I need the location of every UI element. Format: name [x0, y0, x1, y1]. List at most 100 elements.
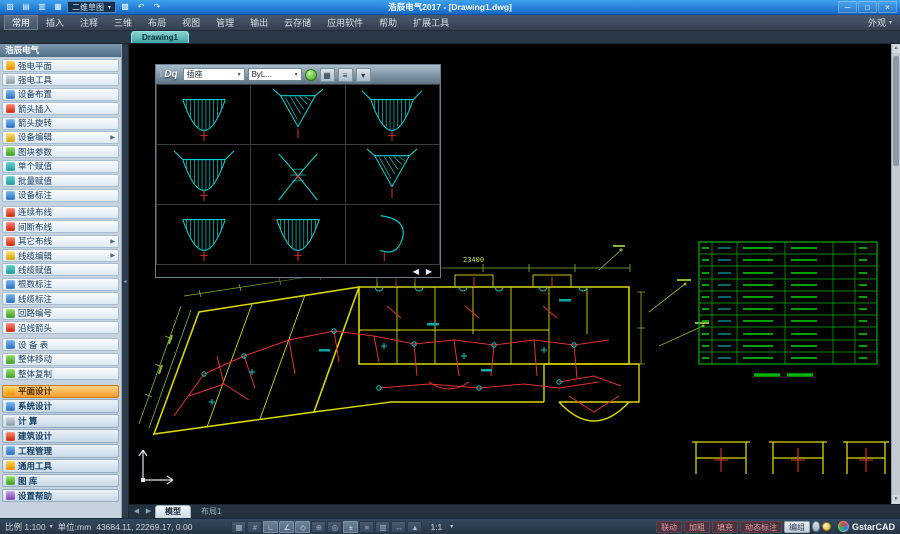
sidebar-section-project-management[interactable]: 工程管理	[2, 444, 119, 458]
palette-symbol-cell[interactable]	[157, 85, 251, 145]
selection-cycling-icon[interactable]: ↔	[391, 521, 406, 533]
more-options-button[interactable]: ▾	[356, 68, 371, 82]
sidebar-item-batch-assign[interactable]: 批量赋值	[2, 174, 119, 187]
sidebar-section-settings-help[interactable]: 设置帮助	[2, 489, 119, 503]
sidebar-item-device-layout[interactable]: 设备布置	[2, 88, 119, 101]
redo-icon[interactable]: ↷	[150, 1, 164, 13]
render-preview-button[interactable]: ●	[305, 69, 317, 81]
sidebar-section-architecture[interactable]: 建筑设计	[2, 429, 119, 443]
model-tab[interactable]: 模型	[155, 505, 191, 518]
tab-layout[interactable]: 布局	[140, 15, 174, 30]
open-file-icon[interactable]: ▥	[35, 1, 49, 13]
sidebar-item-move-all[interactable]: 整体移动	[2, 353, 119, 366]
appearance-dropdown[interactable]: 外观 ▾	[868, 15, 896, 30]
minimize-button[interactable]: ─	[838, 1, 857, 13]
sidebar-section-plane-design[interactable]: 平面设计	[2, 385, 119, 399]
transparency-icon[interactable]: ▥	[375, 521, 390, 533]
plot-icon[interactable]: ▩	[118, 1, 132, 13]
toggle-linkage[interactable]: 联动	[656, 521, 682, 533]
mouse-settings-icon[interactable]	[812, 521, 820, 532]
grid-view-button[interactable]: ▦	[320, 68, 335, 82]
tab-annotate[interactable]: 注释	[72, 15, 106, 30]
otrack-icon[interactable]: ⊕	[311, 521, 326, 533]
list-view-button[interactable]: ≡	[338, 68, 353, 82]
layer-dropdown[interactable]: ByL... ▾	[248, 68, 302, 81]
tab-express-tools[interactable]: 扩展工具	[405, 15, 457, 30]
tab-insert[interactable]: 插入	[38, 15, 72, 30]
osnap-icon[interactable]: ◇	[295, 521, 310, 533]
grid-icon[interactable]: #	[247, 521, 262, 533]
sidebar-item-inline-arrow[interactable]: 沿线箭头	[2, 321, 119, 334]
toggle-dynamic-annotation[interactable]: 动态标注	[740, 521, 782, 533]
palette-symbol-cell[interactable]	[157, 145, 251, 205]
annotation-scale-icon[interactable]: ▲	[407, 521, 422, 533]
palette-symbol-cell[interactable]	[346, 85, 440, 145]
sidebar-item-copy-all[interactable]: 整体复制	[2, 367, 119, 380]
tab-help[interactable]: 帮助	[371, 15, 405, 30]
sidebar-item-circuit-number[interactable]: 回路编号	[2, 307, 119, 320]
document-tab-drawing1[interactable]: Drawing1	[131, 31, 189, 43]
sidebar-item-single-assign[interactable]: 单个赋值	[2, 160, 119, 173]
sidebar-item-power-tools[interactable]: 强电工具	[2, 73, 119, 86]
scrollbar-thumb[interactable]	[893, 56, 899, 166]
sidebar-item-count-label[interactable]: 根数标注	[2, 278, 119, 291]
tab-output[interactable]: 输出	[242, 15, 276, 30]
tab-scroll-left-icon[interactable]: ◀	[131, 505, 142, 518]
workspace-dropdown[interactable]: 二维草图 ▾	[67, 1, 116, 13]
sidebar-item-power-plane[interactable]: 强电平面	[2, 59, 119, 72]
sidebar-item-other-wiring[interactable]: 其它布线▶	[2, 235, 119, 248]
tab-manage[interactable]: 管理	[208, 15, 242, 30]
ducs-icon[interactable]: ◎	[327, 521, 342, 533]
scroll-down-icon[interactable]: ▼	[892, 495, 900, 504]
tab-scroll-right-icon[interactable]: ▶	[143, 505, 154, 518]
sidebar-item-device-edit[interactable]: 设备编辑▶	[2, 131, 119, 144]
polar-icon[interactable]: ∠	[279, 521, 294, 533]
sidebar-collapse-handle[interactable]: ◂	[122, 44, 129, 518]
scale-indicator[interactable]: 比例 1:100 ▾	[5, 521, 53, 533]
sidebar-item-device-table[interactable]: 设 备 表	[2, 338, 119, 351]
sidebar-item-broken-wiring[interactable]: 间断布线	[2, 220, 119, 233]
lineweight-icon[interactable]: ≡	[359, 521, 374, 533]
save-file-icon[interactable]: ▦	[51, 1, 65, 13]
pager-prev-icon[interactable]: ◀	[413, 267, 419, 276]
close-button[interactable]: ×	[878, 1, 897, 13]
palette-symbol-cell[interactable]	[346, 145, 440, 205]
palette-symbol-cell[interactable]	[346, 205, 440, 265]
dynamic-input-icon[interactable]: ±	[343, 521, 358, 533]
sidebar-item-cable-edit[interactable]: 线缆编辑▶	[2, 249, 119, 262]
annotation-scale-value[interactable]: 1:1	[430, 522, 442, 532]
sidebar-item-block-params[interactable]: 图块参数	[2, 145, 119, 158]
app-icon[interactable]: ▨	[3, 1, 17, 13]
toggle-bold[interactable]: 加粗	[684, 521, 710, 533]
sidebar-item-device-label[interactable]: 设备标注	[2, 189, 119, 202]
sidebar-item-continuous-wiring[interactable]: 连续布线	[2, 206, 119, 219]
toggle-fill[interactable]: 填充	[712, 521, 738, 533]
sidebar-item-cable-assign[interactable]: 线缆赋值	[2, 263, 119, 276]
toggle-group[interactable]: 编组	[784, 521, 810, 533]
palette-symbol-cell[interactable]	[251, 205, 345, 265]
category-dropdown[interactable]: 插座 ▾	[183, 68, 245, 81]
maximize-button[interactable]: □	[858, 1, 877, 13]
undo-icon[interactable]: ↶	[134, 1, 148, 13]
block-palette-window[interactable]: ⁞ Dq 插座 ▾ ByL... ▾ ● ▦ ≡ ▾	[155, 64, 441, 278]
vertical-scrollbar[interactable]: ▲ ▼	[891, 44, 900, 504]
sidebar-section-general-tools[interactable]: 通用工具	[2, 459, 119, 473]
palette-symbol-cell[interactable]	[251, 85, 345, 145]
drawing-canvas[interactable]: 23400	[129, 44, 900, 504]
palette-symbol-cell[interactable]	[157, 205, 251, 265]
ortho-icon[interactable]: ∟	[263, 521, 278, 533]
sidebar-section-calculation[interactable]: 计 算	[2, 414, 119, 428]
scroll-up-icon[interactable]: ▲	[892, 44, 900, 53]
tab-home[interactable]: 常用	[4, 15, 38, 30]
tab-apps[interactable]: 应用软件	[319, 15, 371, 30]
sidebar-section-symbol-library[interactable]: 图 库	[2, 474, 119, 488]
palette-symbol-cell[interactable]	[251, 145, 345, 205]
tips-icon[interactable]	[822, 522, 831, 531]
sidebar-item-arrow-rotate[interactable]: 箭头旋转	[2, 117, 119, 130]
tab-view[interactable]: 视图	[174, 15, 208, 30]
sidebar-section-system-design[interactable]: 系统设计	[2, 399, 119, 413]
tab-cloud[interactable]: 云存储	[276, 15, 319, 30]
tab-3d[interactable]: 三维	[106, 15, 140, 30]
pager-next-icon[interactable]: ▶	[426, 267, 432, 276]
layout1-tab[interactable]: 布局1	[192, 505, 230, 518]
